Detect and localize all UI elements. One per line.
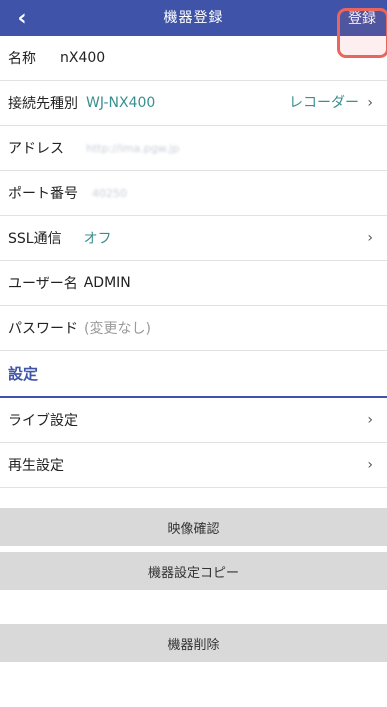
settings-section-title: 設定 [0, 351, 387, 398]
playback-settings-label: 再生設定 [8, 458, 64, 474]
username-value: ADMIN [83, 275, 131, 291]
chevron-right-icon: › [367, 95, 373, 111]
register-button[interactable]: 登録 [337, 0, 387, 36]
chevron-right-icon: › [367, 412, 373, 428]
live-settings-row[interactable]: ライブ設定 › [0, 398, 387, 443]
live-settings-label: ライブ設定 [8, 413, 78, 429]
address-label: アドレス [8, 141, 64, 157]
port-value: 40250 [92, 186, 127, 200]
password-value: (変更なし) [84, 321, 151, 337]
ssl-row[interactable]: SSL通信 オフ › [0, 216, 387, 261]
name-row[interactable]: 名称 nX400 [0, 36, 387, 81]
device-registration-screen: ‹ 機器登録 登録 名称 nX400 接続先種別 WJ-NX400 レコーダー … [0, 0, 387, 707]
playback-settings-row[interactable]: 再生設定 › [0, 443, 387, 488]
page-title: 機器登録 [163, 10, 224, 26]
video-check-button[interactable]: 映像確認 [0, 508, 387, 546]
address-row[interactable]: アドレス http://ima.pgw.jp [0, 126, 387, 171]
connection-type-row[interactable]: 接続先種別 WJ-NX400 レコーダー › [0, 81, 387, 126]
password-label: パスワード [8, 321, 78, 337]
nav-bar: ‹ 機器登録 登録 [0, 0, 387, 58]
recorder-link[interactable]: レコーダー [289, 81, 359, 126]
name-value: nX400 [60, 50, 106, 66]
username-label: ユーザー名 [8, 276, 78, 292]
connection-type-value: WJ-NX400 [86, 95, 156, 111]
copy-settings-button[interactable]: 機器設定コピー [0, 552, 387, 590]
connection-type-label: 接続先種別 [8, 96, 78, 112]
bottom-bar [0, 689, 387, 707]
ssl-label: SSL通信 [8, 231, 62, 247]
port-row[interactable]: ポート番号 40250 [0, 171, 387, 216]
spacer [0, 488, 387, 508]
name-label: 名称 [8, 51, 36, 67]
username-row[interactable]: ユーザー名 ADMIN [0, 261, 387, 306]
ssl-value: オフ [83, 231, 112, 247]
chevron-right-icon: › [367, 230, 373, 246]
chevron-right-icon: › [367, 457, 373, 473]
password-row[interactable]: パスワード (変更なし) [0, 306, 387, 351]
port-label: ポート番号 [8, 186, 78, 202]
spacer [0, 590, 387, 624]
delete-button[interactable]: 機器削除 [0, 624, 387, 662]
address-value: http://ima.pgw.jp [86, 141, 180, 155]
